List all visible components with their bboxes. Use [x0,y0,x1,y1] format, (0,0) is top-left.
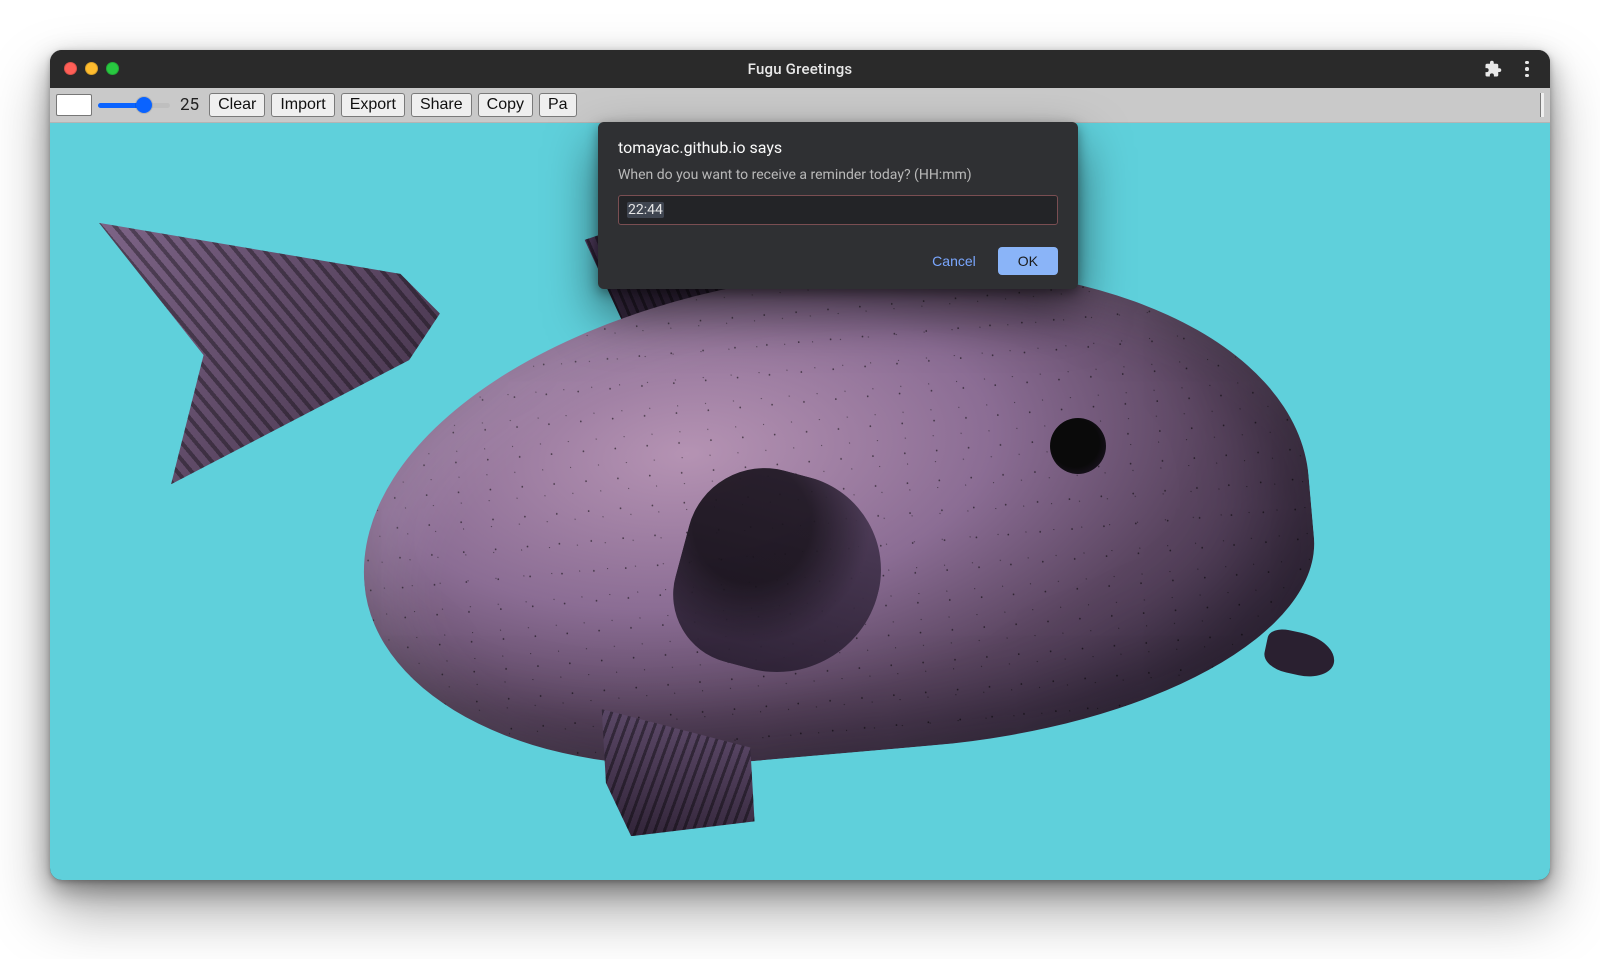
extensions-icon[interactable] [1478,54,1508,84]
import-button[interactable]: Import [271,93,334,117]
prompt-input-value: 22:44 [627,202,664,218]
prompt-message: When do you want to receive a reminder t… [618,167,1058,183]
paste-button[interactable]: Pa [539,93,577,117]
prompt-origin: tomayac.github.io says [618,138,1058,157]
overflow-menu-icon[interactable] [1512,54,1542,84]
toolbar-overflow-edge [1540,93,1544,117]
window-zoom-button[interactable] [106,62,119,75]
share-button[interactable]: Share [411,93,472,117]
slider-track [98,103,170,108]
window-controls [64,62,119,75]
app-window: Fugu Greetings 25 Clear Import Export Sh… [50,50,1550,880]
window-close-button[interactable] [64,62,77,75]
prompt-input[interactable]: 22:44 [618,195,1058,225]
export-button[interactable]: Export [341,93,405,117]
prompt-cancel-button[interactable]: Cancel [924,247,984,275]
toolbar: 25 Clear Import Export Share Copy Pa [50,88,1550,123]
copy-button[interactable]: Copy [478,93,533,117]
clear-button[interactable]: Clear [209,93,265,117]
prompt-ok-button[interactable]: OK [998,247,1058,275]
window-minimize-button[interactable] [85,62,98,75]
prompt-dialog: tomayac.github.io says When do you want … [598,122,1078,289]
titlebar: Fugu Greetings [50,50,1550,88]
slider-thumb[interactable] [136,97,152,113]
color-swatch[interactable] [56,94,92,116]
window-title: Fugu Greetings [748,60,853,78]
brush-size-slider[interactable] [98,95,170,115]
brush-size-value: 25 [176,95,203,115]
